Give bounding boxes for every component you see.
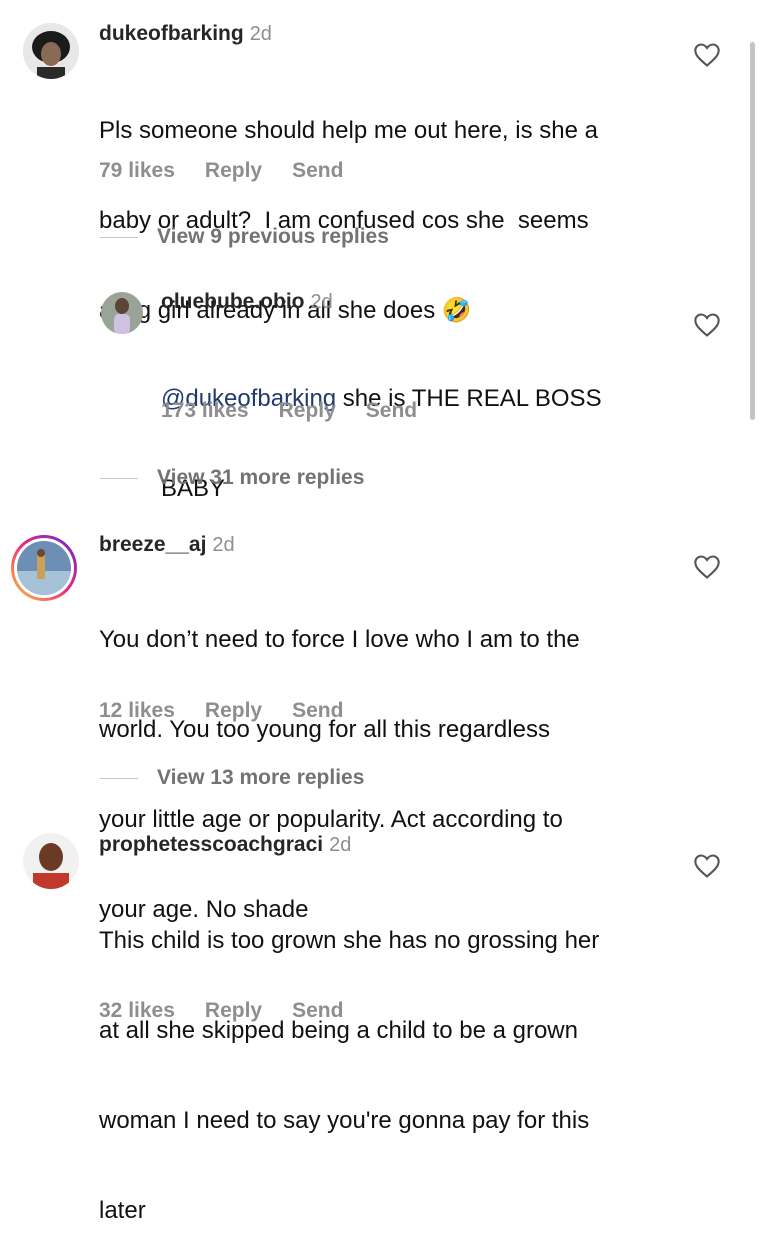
username-text[interactable]: oluebube.obio: [161, 290, 304, 313]
avatar-image: [101, 292, 143, 334]
comment-meta: 12 likes Reply Send: [99, 699, 373, 723]
scrollbar-thumb[interactable]: [750, 42, 755, 420]
comment-line: woman I need to say you're gonna pay for…: [99, 1107, 590, 1134]
comment-age: 2d: [249, 23, 272, 45]
send-button[interactable]: Send: [292, 999, 343, 1022]
comment-meta: 79 likes Reply Send: [99, 159, 373, 183]
avatar-image: [23, 833, 79, 889]
reply-button[interactable]: Reply: [205, 159, 262, 182]
username-text[interactable]: prophetesscoachgraci: [99, 833, 323, 856]
avatar-image: [17, 541, 71, 595]
view-replies-line: [100, 478, 138, 479]
likes-count[interactable]: 32 likes: [99, 999, 175, 1022]
view-previous-replies-link[interactable]: View 9 previous replies: [157, 225, 389, 249]
send-button[interactable]: Send: [292, 699, 343, 722]
comment-age: 2d: [329, 834, 352, 856]
comment-line: You don’t need to force I love who I am …: [99, 626, 580, 653]
avatar-oluebube-obio[interactable]: [101, 292, 143, 334]
comment-text: This child is too grown she has no gross…: [99, 866, 689, 1256]
likes-count[interactable]: 12 likes: [99, 699, 175, 722]
view-replies-line: [100, 237, 138, 238]
view-more-replies-link[interactable]: View 13 more replies: [157, 766, 364, 790]
comment-meta: 173 likes Reply Send: [161, 399, 447, 423]
username-text[interactable]: dukeofbarking: [99, 22, 244, 45]
likes-count[interactable]: 173 likes: [161, 399, 249, 422]
comment-line: This child is too grown she has no gross…: [99, 927, 600, 954]
rofl-emoji-icon: 🤣: [441, 297, 472, 324]
comment-line: Pls someone should help me out here, is …: [99, 117, 598, 144]
comment-username[interactable]: prophetesscoachgraci 2d: [99, 833, 351, 857]
view-more-replies-link[interactable]: View 31 more replies: [157, 466, 364, 490]
comment-line: your little age or popularity. Act accor…: [99, 806, 563, 833]
username-text[interactable]: breeze__aj: [99, 533, 206, 556]
send-button[interactable]: Send: [366, 399, 417, 422]
comment-meta: 32 likes Reply Send: [99, 999, 373, 1023]
heart-outline-icon[interactable]: [693, 853, 721, 879]
comment-username[interactable]: dukeofbarking 2d: [99, 22, 272, 46]
view-replies-line: [100, 778, 138, 779]
heart-outline-icon[interactable]: [693, 42, 721, 68]
heart-outline-icon[interactable]: [693, 312, 721, 338]
comment-line: later: [99, 1197, 146, 1224]
comment-age: 2d: [212, 534, 235, 556]
avatar-dukeofbarking[interactable]: [23, 23, 79, 79]
comment-username[interactable]: breeze__aj 2d: [99, 533, 235, 557]
avatar-prophetesscoachgraci[interactable]: [23, 833, 79, 889]
likes-count[interactable]: 79 likes: [99, 159, 175, 182]
comment-age: 2d: [310, 291, 333, 313]
send-button[interactable]: Send: [292, 159, 343, 182]
comment-username[interactable]: oluebube.obio 2d: [161, 290, 333, 314]
reply-button[interactable]: Reply: [205, 699, 262, 722]
reply-button[interactable]: Reply: [279, 399, 336, 422]
heart-outline-icon[interactable]: [693, 554, 721, 580]
reply-button[interactable]: Reply: [205, 999, 262, 1022]
avatar-breeze-aj[interactable]: [11, 535, 77, 601]
avatar-image: [23, 23, 79, 79]
comment-text: @dukeofbarking she is THE REAL BOSS BABY: [161, 324, 681, 534]
